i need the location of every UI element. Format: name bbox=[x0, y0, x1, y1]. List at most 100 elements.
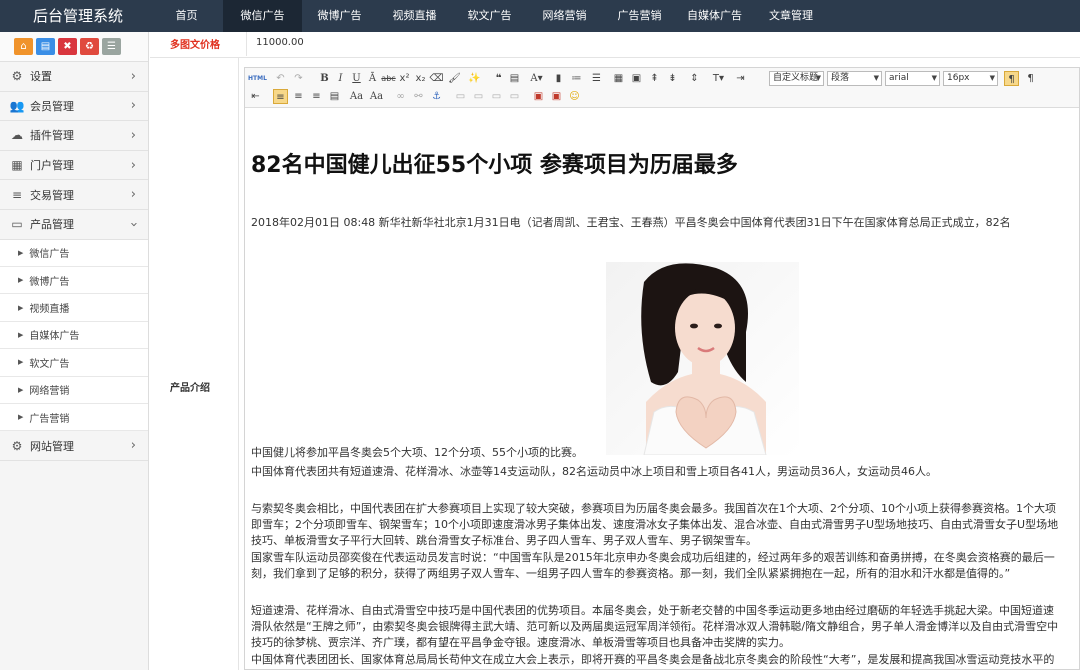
align-justify-icon[interactable]: ▤ bbox=[327, 89, 342, 104]
auto-typeset-icon[interactable]: ✨ bbox=[467, 71, 482, 86]
topnav-self-media-ads[interactable]: 自媒体广告 bbox=[677, 0, 752, 32]
image-left-icon[interactable]: ▭ bbox=[471, 89, 486, 104]
chevron-right-icon: › bbox=[130, 98, 136, 114]
paragraph-format-icon[interactable]: T▾ bbox=[711, 71, 726, 86]
size-value: 16px bbox=[947, 73, 970, 83]
topnav-ad-marketing[interactable]: 广告营销 bbox=[602, 0, 677, 32]
align-center-icon[interactable]: ≡ bbox=[291, 89, 306, 104]
unlink-icon[interactable]: ⚯ bbox=[411, 89, 426, 104]
font-color-icon[interactable]: A▾ bbox=[529, 71, 544, 86]
redo-icon[interactable]: ↷ bbox=[291, 71, 306, 86]
italic-icon[interactable]: I bbox=[333, 71, 348, 86]
row-spacing-bottom-icon[interactable]: ⇟ bbox=[665, 71, 680, 86]
gears-icon: ⚙ bbox=[11, 69, 23, 84]
strikethrough-icon[interactable]: abc bbox=[381, 71, 396, 86]
anchor-icon[interactable]: ⚓ bbox=[429, 89, 444, 104]
recycle-icon[interactable]: ♻ bbox=[80, 38, 99, 55]
pasteplain-icon[interactable]: ▤ bbox=[507, 71, 522, 86]
chevron-right-icon: › bbox=[130, 127, 136, 143]
sidebar-subitem-wechat-ads[interactable]: ▶ 微信广告 bbox=[0, 239, 148, 267]
underline-icon[interactable]: U bbox=[349, 71, 364, 86]
subitem-label: 微信广告 bbox=[29, 249, 70, 261]
sidebar-subitem-web-marketing[interactable]: ▶ 网络营销 bbox=[0, 376, 148, 404]
subitem-label: 网络营销 bbox=[29, 386, 70, 398]
menu-plugin-management[interactable]: ☁ 插件管理 › bbox=[0, 121, 148, 151]
editor-content[interactable]: 82名中国健儿出征55个小项 参赛项目为历届最多 2018年02月01日 08:… bbox=[245, 109, 1079, 669]
row-spacing-top-icon[interactable]: ⇞ bbox=[647, 71, 662, 86]
ordered-list-icon[interactable]: ≔ bbox=[569, 71, 584, 86]
sidebar-subitem-soft-ads[interactable]: ▶ 软文广告 bbox=[0, 349, 148, 377]
blockquote-icon[interactable]: ❝ bbox=[491, 71, 506, 86]
undo-icon[interactable]: ↶ bbox=[273, 71, 288, 86]
sidebar: ⌂ ▤ ✖ ♻ ☰ ⚙ 设置 › 👥 会员管理 › ☁ 插件管理 › ▦ 门户管… bbox=[0, 32, 149, 670]
topnav-web-marketing[interactable]: 网络营销 bbox=[527, 0, 602, 32]
font-size-select[interactable]: 16px ▼ bbox=[943, 71, 998, 86]
link-icon[interactable]: ∞ bbox=[393, 89, 408, 104]
topnav-weibo-ads[interactable]: 微博广告 bbox=[302, 0, 377, 32]
subitem-label: 广告营销 bbox=[29, 413, 70, 425]
multi-image-icon[interactable]: ▣ bbox=[549, 89, 564, 104]
line-height-icon[interactable]: ⇕ bbox=[687, 71, 702, 86]
uppercase-icon[interactable]: Aa bbox=[349, 89, 364, 104]
caret-down-icon: ▼ bbox=[873, 74, 879, 82]
price-row: 多图文价格 11000.00 bbox=[150, 32, 1080, 58]
sidebar-subitem-live-video[interactable]: ▶ 视频直播 bbox=[0, 294, 148, 322]
home-icon[interactable]: ⌂ bbox=[14, 38, 33, 55]
indent-left-icon[interactable]: ⇤ bbox=[248, 89, 263, 104]
topnav-article-management[interactable]: 文章管理 bbox=[752, 0, 830, 32]
trash-icon[interactable]: ✖ bbox=[58, 38, 77, 55]
select-all-icon[interactable]: ▦ bbox=[611, 71, 626, 86]
article-title: 82名中国健儿出征55个小项 参赛项目为历届最多 bbox=[251, 153, 738, 178]
background-color-icon[interactable]: ▮ bbox=[551, 71, 566, 86]
menu-settings[interactable]: ⚙ 设置 › bbox=[0, 62, 148, 92]
eraser-icon[interactable]: ⌫ bbox=[429, 71, 444, 86]
html-source-icon[interactable]: HTML bbox=[248, 71, 267, 86]
menu-member-management[interactable]: 👥 会员管理 › bbox=[0, 91, 148, 122]
chevron-down-icon: › bbox=[125, 221, 141, 227]
lowercase-icon[interactable]: Aa bbox=[369, 89, 384, 104]
menu-label: 产品管理 bbox=[30, 218, 74, 232]
paragraph-select[interactable]: 段落 ▼ bbox=[827, 71, 882, 86]
triangle-right-icon: ▶ bbox=[18, 413, 24, 422]
align-left-icon[interactable]: ≡ bbox=[273, 89, 288, 104]
menu-label: 网站管理 bbox=[30, 439, 74, 453]
font-family-select[interactable]: arial ▼ bbox=[885, 71, 940, 86]
bars-icon: ≡ bbox=[11, 187, 23, 202]
emotion-icon[interactable]: ☺ bbox=[567, 89, 582, 104]
sidebar-subitem-self-media-ads[interactable]: ▶ 自媒体广告 bbox=[0, 321, 148, 350]
list-icon[interactable]: ☰ bbox=[102, 38, 121, 55]
ltr-direction-icon[interactable]: ¶ bbox=[1004, 71, 1019, 86]
superscript-icon[interactable]: x² bbox=[397, 71, 412, 86]
subitem-label: 微博广告 bbox=[29, 276, 70, 288]
menu-site-management[interactable]: ⚙ 网站管理 › bbox=[0, 431, 148, 461]
topnav-live-video[interactable]: 视频直播 bbox=[377, 0, 452, 32]
menu-trade-management[interactable]: ≡ 交易管理 › bbox=[0, 180, 148, 210]
clear-doc-icon[interactable]: ▣ bbox=[629, 71, 644, 86]
image-center-icon[interactable]: ▭ bbox=[507, 89, 522, 104]
bold-icon[interactable]: B bbox=[317, 71, 332, 86]
intro-label: 产品介绍 bbox=[170, 383, 210, 394]
font-border-icon[interactable]: Ā bbox=[365, 71, 380, 86]
document-icon[interactable]: ▤ bbox=[36, 38, 55, 55]
indent-icon[interactable]: ⇥ bbox=[733, 71, 748, 86]
caret-down-icon: ▼ bbox=[931, 74, 937, 82]
sidebar-subitem-weibo-ads[interactable]: ▶ 微博广告 bbox=[0, 266, 148, 295]
insert-image-icon[interactable]: ▣ bbox=[531, 89, 546, 104]
image-none-icon[interactable]: ▭ bbox=[453, 89, 468, 104]
sidebar-subitem-ad-marketing[interactable]: ▶ 广告营销 bbox=[0, 403, 148, 432]
topnav-wechat-ads[interactable]: 微信广告 bbox=[223, 0, 302, 32]
topnav-soft-ads[interactable]: 软文广告 bbox=[452, 0, 527, 32]
custom-title-select[interactable]: 自定义标题 ▼ bbox=[769, 71, 824, 86]
image-right-icon[interactable]: ▭ bbox=[489, 89, 504, 104]
align-right-icon[interactable]: ≡ bbox=[309, 89, 324, 104]
rtl-direction-icon[interactable]: ¶ bbox=[1023, 71, 1038, 86]
subscript-icon[interactable]: x₂ bbox=[413, 71, 428, 86]
menu-portal-management[interactable]: ▦ 门户管理 › bbox=[0, 150, 148, 181]
unordered-list-icon[interactable]: ☰ bbox=[589, 71, 604, 86]
menu-product-management[interactable]: ▭ 产品管理 › bbox=[0, 209, 148, 240]
price-input[interactable]: 11000.00 bbox=[246, 32, 1080, 56]
format-brush-icon[interactable]: 🖌 bbox=[447, 71, 462, 86]
topnav-home[interactable]: 首页 bbox=[150, 0, 223, 32]
paragraph-value: 段落 bbox=[831, 73, 850, 83]
column-divider bbox=[238, 58, 239, 670]
